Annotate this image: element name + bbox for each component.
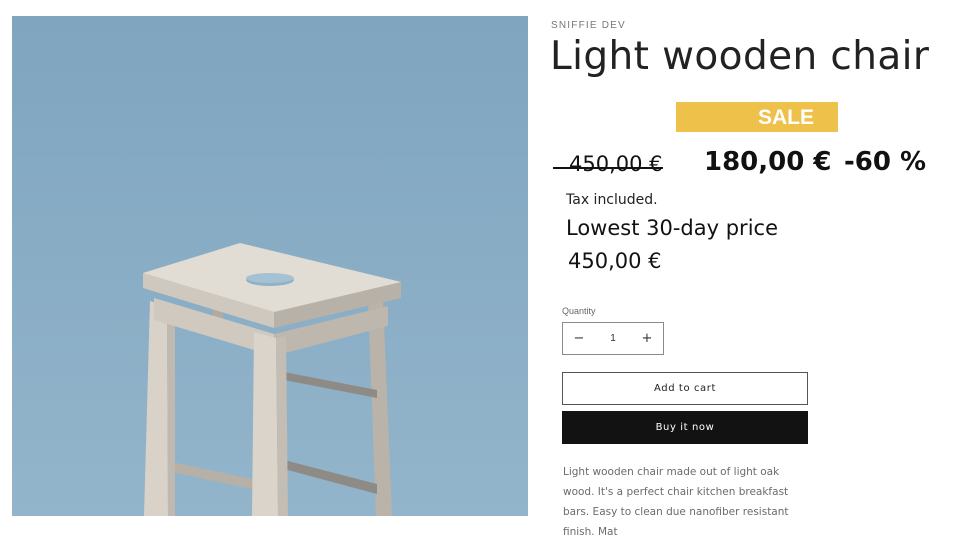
quantity-increase-button[interactable]: + [631, 323, 663, 354]
buy-now-button[interactable]: Buy it now [562, 411, 808, 444]
quantity-input[interactable] [595, 324, 631, 353]
add-to-cart-button[interactable]: Add to cart [562, 372, 808, 405]
discount-percentage: -60 % [844, 147, 927, 177]
strikethrough-line [553, 167, 663, 169]
lowest-price-label: Lowest 30-day price [566, 216, 778, 240]
sale-badge: SALE [676, 102, 838, 132]
regular-price: 450,00 € [553, 152, 663, 176]
lowest-price-value: 450,00 € [568, 249, 662, 273]
product-media[interactable] [12, 16, 528, 516]
quantity-decrease-button[interactable]: − [563, 323, 595, 354]
product-image [12, 16, 528, 516]
tax-note: Tax included. [566, 192, 658, 208]
sale-price: 180,00 € [704, 147, 832, 177]
quantity-stepper: − + [562, 322, 664, 355]
quantity-label: Quantity [562, 306, 596, 316]
product-description: Light wooden chair made out of light oak… [563, 466, 789, 538]
vendor-name: SNIFFIE DEV [551, 20, 626, 31]
product-title: Light wooden chair [550, 34, 930, 79]
regular-price-value: 450,00 € [569, 152, 663, 176]
